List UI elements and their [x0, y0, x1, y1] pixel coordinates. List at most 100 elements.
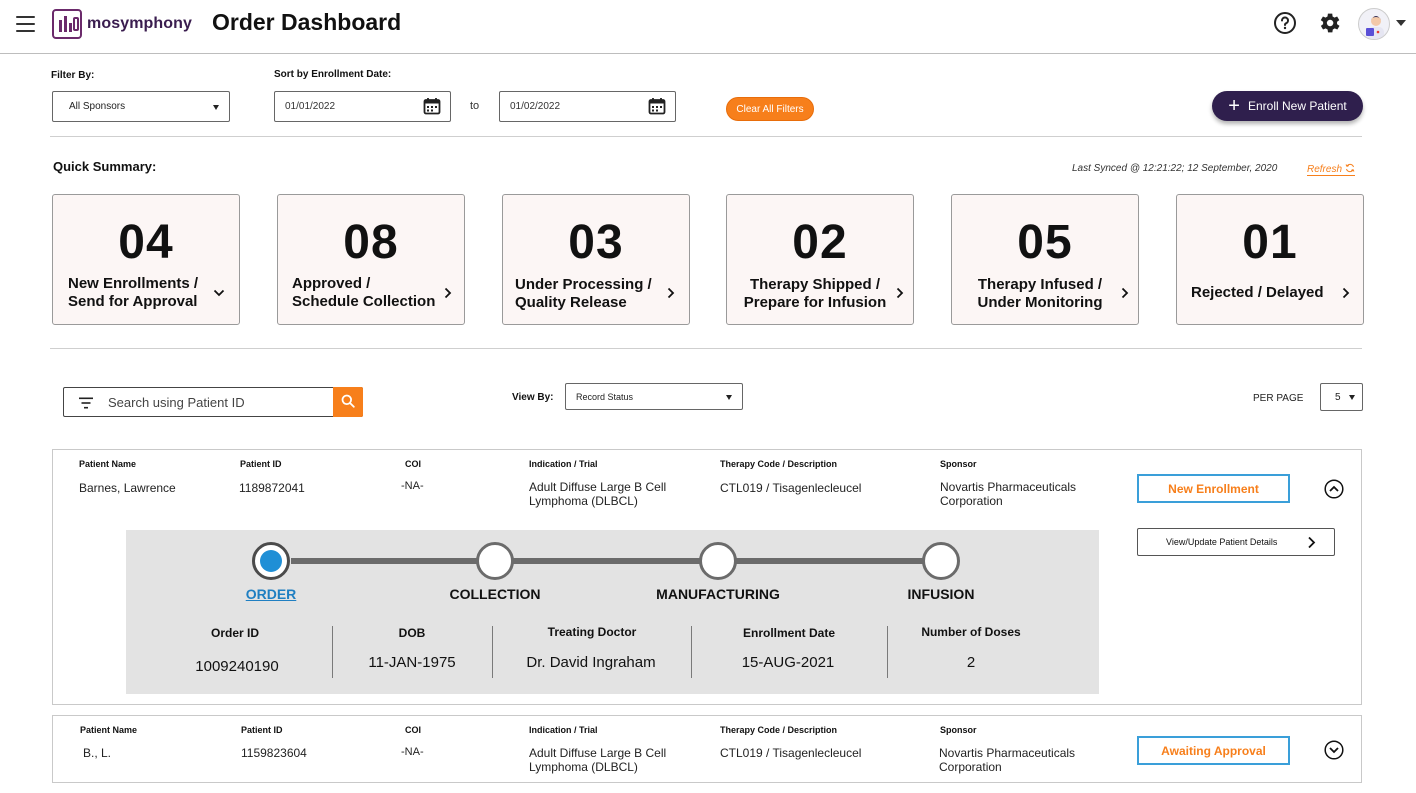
dropdown-caret-icon — [1349, 395, 1355, 400]
col-header-indication: Indication / Trial — [529, 725, 598, 735]
refresh-link[interactable]: Refresh — [1307, 163, 1355, 176]
step-label-order[interactable]: ORDER — [171, 586, 371, 602]
summary-card-rejected[interactable]: 01 Rejected / Delayed — [1176, 194, 1364, 325]
step-node-order[interactable] — [252, 542, 290, 580]
order-id-value: 1009240190 — [195, 658, 279, 675]
summary-count: 01 — [1242, 216, 1298, 269]
enroll-new-patient-label: Enroll New Patient — [1247, 99, 1347, 113]
treating-doctor-value: Dr. David Ingraham — [526, 654, 656, 671]
search-input[interactable] — [108, 388, 330, 416]
search-icon — [341, 394, 355, 408]
user-avatar[interactable] — [1358, 8, 1390, 40]
chevron-right-icon — [667, 287, 675, 299]
enroll-new-patient-button[interactable]: + Enroll New Patient — [1212, 91, 1363, 121]
patient-coi: -NA- — [401, 746, 424, 758]
summary-label: Therapy Infused / Under Monitoring — [977, 276, 1103, 311]
view-update-label: View/Update Patient Details — [1166, 537, 1278, 547]
search-button[interactable] — [333, 387, 363, 417]
enrollment-date-value: 15-AUG-2021 — [741, 654, 835, 671]
patient-name: Barnes, Lawrence — [79, 481, 176, 495]
step-node-collection[interactable] — [476, 542, 514, 580]
chevron-down-icon — [213, 289, 225, 297]
summary-card-approved[interactable]: 08 Approved / Schedule Collection — [277, 194, 465, 325]
user-avatar-icon — [1366, 16, 1384, 39]
detail-separator — [492, 626, 493, 678]
patient-indication: Adult Diffuse Large B Cell Lymphoma (DLBC… — [529, 480, 667, 508]
hamburger-menu-icon[interactable] — [16, 16, 35, 32]
col-header-patient-name: Patient Name — [79, 459, 137, 469]
help-icon[interactable] — [1273, 11, 1297, 35]
status-awaiting-approval-button[interactable]: Awaiting Approval — [1137, 736, 1290, 765]
summary-label: New Enrollments / Send for Approval — [68, 275, 199, 310]
dob-label: DOB — [398, 626, 426, 640]
summary-card-therapy-infused[interactable]: 05 Therapy Infused / Under Monitoring — [951, 194, 1139, 325]
summary-card-new-enrollments[interactable]: 04 New Enrollments / Send for Approval — [52, 194, 240, 325]
patient-indication: Adult Diffuse Large B Cell Lymphoma (DLBC… — [529, 746, 667, 774]
patient-coi: -NA- — [401, 480, 424, 492]
patient-record-collapsed: Patient Name Patient ID COI Indication /… — [52, 715, 1362, 783]
col-header-patient-id: Patient ID — [241, 725, 283, 735]
filter-by-label: Filter By: — [51, 70, 95, 81]
patient-id: 1159823604 — [241, 746, 307, 760]
col-header-sponsor: Sponsor — [940, 459, 977, 469]
date-from-field[interactable]: 01/01/2022 — [274, 91, 451, 122]
filter-icon[interactable] — [78, 397, 94, 409]
detail-separator — [691, 626, 692, 678]
step-node-manufacturing[interactable] — [699, 542, 737, 580]
col-header-indication: Indication / Trial — [529, 459, 598, 469]
sponsor-select-value: All Sponsors — [69, 101, 126, 112]
view-by-select[interactable]: Record Status — [565, 383, 743, 410]
patient-record-expanded: Patient Name Patient ID COI Indication /… — [52, 449, 1362, 705]
top-bar: mosymphony Order Dashboard — [0, 0, 1416, 54]
refresh-icon — [1345, 163, 1355, 173]
patient-sponsor: Novartis Pharmaceuticals Corporation — [940, 480, 1077, 508]
status-new-enrollment-button[interactable]: New Enrollment — [1137, 474, 1290, 503]
view-update-patient-details-button[interactable]: View/Update Patient Details — [1137, 528, 1335, 556]
chevron-right-icon — [1308, 536, 1316, 549]
col-header-coi: COI — [405, 725, 422, 735]
summary-count: 05 — [1017, 216, 1073, 269]
divider — [50, 136, 1362, 137]
patient-id: 1189872041 — [239, 481, 305, 495]
step-label-manufacturing: MANUFACTURING — [656, 586, 780, 602]
summary-label: Rejected / Delayed — [1191, 284, 1324, 301]
sort-by-date-label: Sort by Enrollment Date: — [274, 69, 392, 80]
col-header-patient-id: Patient ID — [240, 459, 282, 469]
date-to-field[interactable]: 01/02/2022 — [499, 91, 676, 122]
col-header-therapy: Therapy Code / Description — [720, 459, 838, 469]
enrollment-date-label: Enrollment Date — [742, 626, 835, 640]
calendar-icon[interactable] — [423, 97, 441, 115]
brand-logo[interactable]: mosymphony — [52, 8, 192, 40]
chevron-right-icon — [444, 287, 452, 299]
summary-label: Therapy Shipped / Prepare for Infusion — [743, 276, 887, 311]
summary-count: 08 — [343, 216, 399, 269]
sponsor-select[interactable]: All Sponsors — [52, 91, 230, 122]
account-menu-caret-icon[interactable] — [1396, 20, 1406, 26]
progress-track — [291, 558, 942, 564]
order-id-label: Order ID — [210, 626, 259, 640]
col-header-sponsor: Sponsor — [940, 725, 977, 735]
refresh-label: Refresh — [1307, 164, 1343, 175]
expand-chevron-down-icon[interactable] — [1324, 740, 1344, 760]
summary-card-therapy-shipped[interactable]: 02 Therapy Shipped / Prepare for Infusion — [726, 194, 914, 325]
summary-count: 04 — [118, 216, 174, 269]
divider — [50, 348, 1362, 349]
summary-count: 02 — [792, 216, 848, 269]
dropdown-caret-icon — [726, 394, 732, 400]
order-progress-panel: ORDER COLLECTION MANUFACTURING INFUSION … — [126, 530, 1099, 694]
date-to-value: 01/02/2022 — [510, 101, 561, 112]
per-page-value: 5 — [1335, 391, 1341, 403]
gear-icon[interactable] — [1316, 10, 1342, 36]
summary-count: 03 — [568, 216, 624, 269]
patient-sponsor: Novartis Pharmaceuticals Corporation — [939, 746, 1076, 774]
dropdown-caret-icon — [213, 104, 219, 110]
calendar-icon[interactable] — [648, 97, 666, 115]
per-page-select[interactable]: 5 — [1320, 383, 1363, 411]
clear-all-filters-button[interactable]: Clear All Filters — [726, 97, 814, 121]
collapse-chevron-up-icon[interactable] — [1324, 479, 1344, 499]
step-node-infusion[interactable] — [922, 542, 960, 580]
plus-icon: + — [1228, 95, 1240, 117]
summary-card-under-processing[interactable]: 03 Under Processing / Quality Release — [502, 194, 690, 325]
number-of-doses-label: Number of Doses — [921, 625, 1021, 639]
number-of-doses-value: 2 — [966, 654, 976, 671]
